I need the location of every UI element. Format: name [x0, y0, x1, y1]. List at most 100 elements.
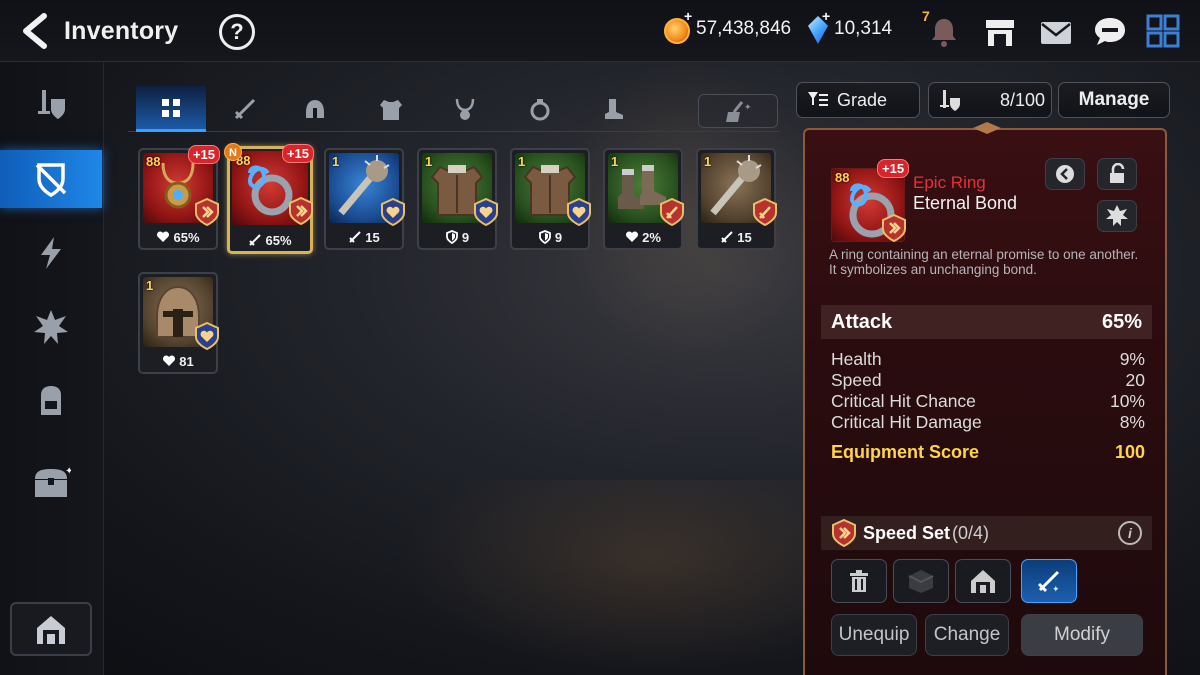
heart-icon [157, 231, 170, 242]
tab-ring[interactable] [505, 86, 575, 132]
item-card[interactable]: 88 +15 N 65% [224, 143, 314, 254]
substat-row: Speed 20 [831, 370, 1145, 391]
sidebar-item-storage[interactable]: ✦ [10, 454, 92, 512]
chat-icon [1095, 18, 1125, 45]
equip-hero-button[interactable] [955, 559, 1011, 603]
top-bar: Inventory ? + 57,438,846 + 10,314 7 [0, 0, 1200, 62]
tab-all[interactable] [136, 86, 206, 132]
boots-icon [605, 99, 623, 119]
detail-enhance-badge: +15 [877, 159, 910, 178]
speed-set-icon [832, 519, 856, 547]
gold-amount: 57,438,846 [696, 18, 792, 39]
tab-boots[interactable] [578, 86, 648, 132]
shield-broken-icon [35, 163, 67, 197]
attack-set-icon [753, 198, 777, 226]
extract-button[interactable] [893, 559, 949, 603]
backpack-icon [41, 386, 61, 415]
back-button[interactable] [18, 12, 54, 50]
item-stat-value: 2% [642, 230, 661, 245]
capacity-button[interactable]: 8/100 [928, 82, 1052, 118]
reforge-button[interactable] [1097, 200, 1137, 232]
item-stat-value: 9 [461, 230, 470, 245]
manage-button[interactable]: Manage [1058, 82, 1170, 118]
sidebar-item-bag[interactable] [10, 372, 92, 430]
substat-value: 20 [1125, 370, 1145, 390]
sort-grade-button[interactable]: Grade [796, 82, 920, 118]
menu-button[interactable] [1146, 14, 1182, 50]
share-button[interactable] [1045, 158, 1085, 190]
mail-icon [1041, 22, 1071, 44]
health-set-icon [567, 198, 591, 226]
chevron-left-icon [23, 13, 47, 49]
add-gold-icon[interactable]: + [684, 8, 692, 24]
sidebar-item-equipment[interactable] [10, 76, 92, 134]
item-card[interactable]: 19 [510, 148, 591, 250]
item-stat-value: 65% [265, 233, 292, 248]
shield-icon [445, 230, 458, 245]
hero-helmet-icon [37, 616, 65, 644]
substat-label: Critical Hit Damage [831, 412, 982, 432]
tab-weapon[interactable] [210, 86, 280, 132]
item-card[interactable]: 19 [417, 148, 499, 250]
item-main-stat: 15 [698, 230, 774, 245]
enhance-button[interactable]: ✦ [1021, 559, 1077, 603]
bell-icon [932, 19, 956, 47]
substat-label: Health [831, 349, 882, 369]
tab-helmet[interactable] [280, 86, 350, 132]
item-name: Eternal Bond [913, 193, 1018, 213]
sword-icon [721, 231, 733, 243]
set-info-button[interactable]: i [1118, 521, 1142, 545]
tab-necklace[interactable] [430, 86, 500, 132]
sidebar-item-artifact[interactable] [10, 224, 92, 282]
add-crystal-icon[interactable]: + [822, 8, 830, 24]
substat-row: Critical Hit Damage 8% [831, 412, 1145, 433]
modify-button[interactable]: Modify [1021, 614, 1143, 656]
chat-share-icon [1056, 165, 1074, 183]
armor-icon [380, 100, 402, 120]
set-badge [752, 198, 778, 226]
svg-text:✦: ✦ [65, 466, 71, 477]
item-detail-panel: 88 +15 Epic Ring Eternal Bond A ring con… [803, 122, 1167, 675]
sell-button[interactable] [831, 559, 887, 603]
sword-icon [349, 231, 361, 243]
item-card[interactable]: 1 81 [138, 272, 219, 374]
unlock-icon [1110, 163, 1125, 183]
item-stat-value: 15 [365, 230, 380, 245]
unequip-button[interactable]: Unequip [831, 614, 917, 656]
detail-level: 88 [835, 170, 850, 185]
item-card[interactable]: 1 15 [696, 148, 778, 250]
item-main-stat: 15 [326, 230, 402, 245]
help-button[interactable]: ? [219, 14, 255, 50]
sidebar-item-inventory[interactable] [0, 150, 102, 208]
hero-button[interactable] [10, 602, 92, 656]
main-stat-value: 65% [1101, 310, 1142, 333]
sidebar: ✦ [0, 62, 104, 675]
tab-armor[interactable] [356, 86, 426, 132]
lock-button[interactable] [1097, 158, 1137, 190]
shop-button[interactable] [982, 14, 1018, 50]
enhance-sword-icon: ✦ [1037, 570, 1060, 595]
item-card[interactable]: 1 15 [324, 148, 405, 250]
item-main-stat: 9 [419, 230, 495, 245]
heart-icon [163, 355, 176, 366]
auto-sell-button[interactable]: ✦ [698, 94, 778, 128]
change-button[interactable]: Change [925, 614, 1009, 656]
item-main-stat: 9 [512, 230, 588, 245]
speed-set-icon [195, 198, 219, 226]
necklace-icon [455, 98, 475, 120]
mail-button[interactable] [1038, 14, 1074, 50]
item-level: 88 [146, 154, 161, 169]
equipment-capacity-icon [940, 90, 960, 111]
bell-button[interactable] [926, 14, 962, 50]
sidebar-item-upgrade[interactable] [10, 298, 92, 356]
svg-text:✦: ✦ [1052, 585, 1060, 595]
set-badge [473, 198, 499, 226]
item-level: 1 [518, 154, 526, 169]
item-card[interactable]: 1 2% [603, 148, 684, 250]
item-card[interactable]: 88 +15 65% [138, 145, 220, 250]
item-stat-value: 65% [173, 230, 200, 245]
substat-value: 10% [1109, 391, 1145, 411]
set-badge [194, 198, 220, 226]
chat-button[interactable] [1092, 14, 1128, 50]
sort-label: Grade [837, 89, 888, 110]
